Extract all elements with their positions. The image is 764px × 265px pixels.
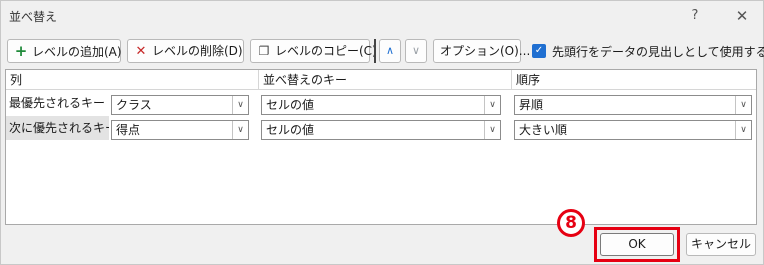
delete-level-label: レベルの削除(D) xyxy=(152,44,243,58)
copy-level-label: レベルのコピー(C) xyxy=(275,44,377,58)
copy-level-button[interactable]: ❐ レベルのコピー(C) xyxy=(250,39,377,63)
sort-on-select-secondary[interactable]: セルの値 ∨ xyxy=(261,120,501,140)
close-button[interactable]: ✕ xyxy=(731,5,753,27)
add-level-label: レベルの追加(A) xyxy=(32,45,122,59)
sort-levels-grid: 列 並べ替えのキー 順序 最優先されるキー クラス ∨ セルの値 ∨ 昇順 ∨ … xyxy=(5,69,757,225)
move-up-button[interactable]: ∧ xyxy=(379,39,401,63)
chevron-down-icon: ∨ xyxy=(411,44,421,57)
title-bar: 並べ替え ? ✕ xyxy=(1,1,763,31)
row-label-primary[interactable]: 最優先されるキー xyxy=(6,91,109,115)
order-select-secondary[interactable]: 大きい順 ∨ xyxy=(514,120,752,140)
sort-on-header: 並べ替えのキー xyxy=(259,70,512,90)
add-level-button[interactable]: + レベルの追加(A) xyxy=(7,39,122,63)
delete-x-icon: ✕ xyxy=(135,44,147,59)
help-button[interactable]: ? xyxy=(684,5,706,27)
column-select-value: クラス xyxy=(116,98,152,112)
chevron-up-icon: ∧ xyxy=(385,44,395,57)
order-select-primary[interactable]: 昇順 ∨ xyxy=(514,95,752,115)
chevron-down-icon: ∨ xyxy=(484,121,500,139)
chevron-down-icon: ∨ xyxy=(735,121,751,139)
order-select-value: 昇順 xyxy=(519,98,544,112)
order-select-value: 大きい順 xyxy=(519,123,568,137)
column-select-value: 得点 xyxy=(116,123,141,137)
move-down-button[interactable]: ∨ xyxy=(405,39,427,63)
ok-button[interactable]: OK xyxy=(600,233,674,256)
header-row-checkbox[interactable]: ✓ xyxy=(532,44,546,58)
dialog-title: 並べ替え xyxy=(9,10,58,24)
delete-level-button[interactable]: ✕ レベルの削除(D) xyxy=(127,39,244,63)
column-header: 列 xyxy=(6,70,259,90)
chevron-down-icon: ∨ xyxy=(232,121,248,139)
chevron-down-icon: ∨ xyxy=(484,96,500,114)
sort-dialog: 並べ替え ? ✕ + レベルの追加(A) ✕ レベルの削除(D) ❐ レベルのコピー(… xyxy=(0,0,764,265)
chevron-down-icon: ∨ xyxy=(232,96,248,114)
sort-on-select-value: セルの値 xyxy=(266,123,315,137)
toolbar-separator xyxy=(374,39,376,63)
column-select-primary[interactable]: クラス ∨ xyxy=(111,95,249,115)
cancel-button[interactable]: キャンセル xyxy=(686,233,756,256)
header-row-checkbox-label: 先頭行をデータの見出しとして使用する(H) xyxy=(552,45,764,59)
options-button[interactable]: オプション(O)... xyxy=(433,39,530,63)
order-header: 順序 xyxy=(512,70,756,90)
sort-on-select-value: セルの値 xyxy=(266,98,315,112)
sort-toolbar: + レベルの追加(A) ✕ レベルの削除(D) ❐ レベルのコピー(C) ∧ ∨ オプ… xyxy=(7,39,764,63)
step-number-badge: 8 xyxy=(557,209,585,237)
chevron-down-icon: ∨ xyxy=(735,96,751,114)
plus-icon: + xyxy=(14,42,28,60)
column-select-secondary[interactable]: 得点 ∨ xyxy=(111,120,249,140)
row-label-secondary[interactable]: 次に優先されるキー xyxy=(6,116,109,140)
sort-on-select-primary[interactable]: セルの値 ∨ xyxy=(261,95,501,115)
ok-highlight-box: OK xyxy=(594,227,680,262)
copy-icon: ❐ xyxy=(258,44,270,58)
